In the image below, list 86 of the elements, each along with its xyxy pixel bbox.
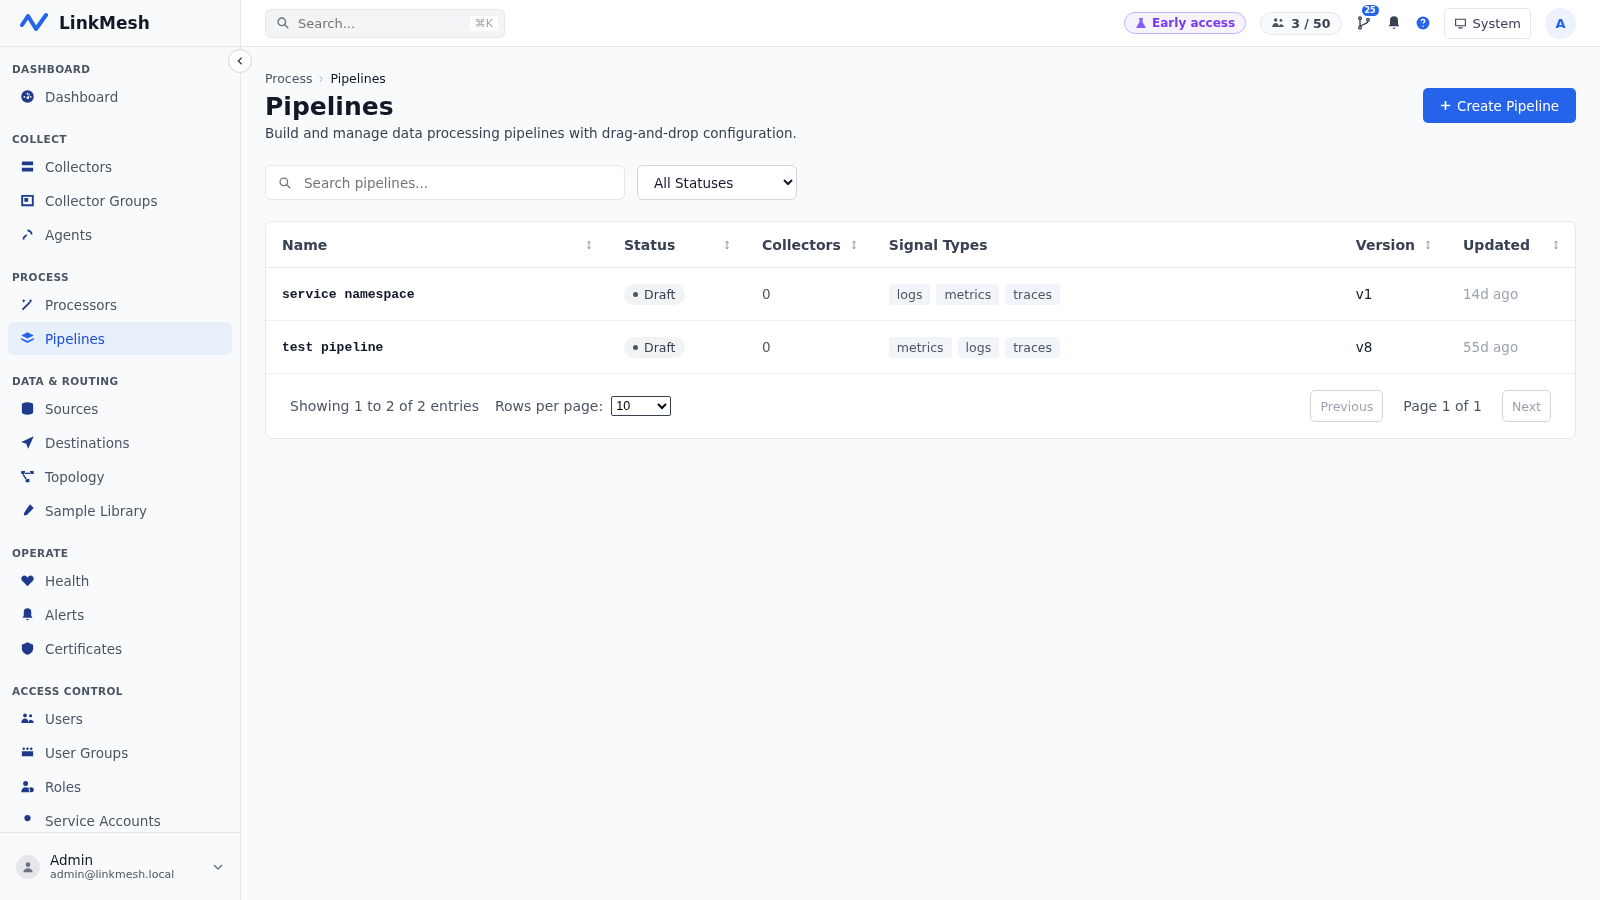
signal-type-tag: logs [957,336,1000,358]
user-email: admin@linkmesh.local [50,868,176,881]
sort-icon[interactable] [1425,239,1431,250]
user-name: Admin [50,852,95,868]
logo-icon [20,12,50,34]
chevron-right-icon [317,74,326,83]
monitor-icon [1453,16,1467,30]
column-header[interactable]: Version [1339,222,1447,268]
signal-type-tag: traces [1005,283,1060,305]
theme-button[interactable]: System [1443,7,1531,39]
flask-icon [1135,17,1148,29]
section-heading: COLLECT [11,132,68,147]
collectors-cell: 0 [746,267,873,321]
section-heading: OPERATE [11,546,70,561]
status-badge: Draft [624,283,685,305]
sidebar-item[interactable]: Users [8,702,232,735]
signal-type-tag: metrics [936,283,1000,305]
shortcut-hint: ⌘K [469,15,498,31]
pipeline-search-field[interactable]: Search pipelines... [265,165,625,200]
collectors-cell: 0 [746,320,873,374]
early-access-badge[interactable]: Early access [1124,12,1247,34]
section-heading: PROCESS [11,270,71,285]
signal-type-tag: metrics [888,336,952,358]
page-info: Page 1 of 1 [1403,398,1482,414]
seats-badge[interactable]: 3 / 50 [1260,11,1342,35]
sidebar-item[interactable]: Destinations [8,426,232,459]
rows-per-page-label: Rows per page: [494,398,604,414]
page-description: Build and manage data processing pipelines with drag-and-drop configuration. [265,125,797,141]
sidebar-item[interactable]: Sample Library [8,494,232,527]
sidebar-item[interactable]: Dashboard [8,80,232,113]
search-icon [278,175,292,190]
help-icon[interactable] [1415,16,1430,30]
column-header: Signal Types [872,222,1340,268]
sort-icon[interactable] [850,239,857,250]
column-header[interactable]: Updated [1447,222,1575,268]
version-cell: v1 [1339,267,1447,321]
sidebar-item[interactable]: Service Accounts [8,804,232,832]
updated-cell: 14d ago [1447,267,1575,321]
pipeline-name[interactable]: service namespace [266,267,608,321]
sidebar-item[interactable]: Roles [8,770,232,803]
avatar-button[interactable]: A [1545,7,1576,39]
column-header[interactable]: Status [608,222,746,268]
entries-summary: Showing 1 to 2 of 2 entries [290,398,479,414]
users-icon [1271,16,1286,30]
version-cell: v8 [1339,320,1447,374]
sort-icon[interactable] [724,239,730,250]
plus-icon [1440,100,1451,111]
sidebar-item[interactable]: Agents [8,218,232,251]
sidebar-item[interactable]: Processors [8,288,232,321]
pipeline-search-input[interactable]: Search pipelines... [302,173,612,192]
signal-type-tag: traces [1005,336,1060,358]
sort-icon[interactable] [586,239,592,250]
collapse-sidebar-button[interactable] [228,49,252,73]
git-branch-icon[interactable] [1355,14,1372,32]
sidebar-item[interactable]: Collector Groups [8,184,232,217]
sidebar-item[interactable]: User Groups [8,736,232,769]
search-input[interactable]: Search... [296,14,464,32]
column-header[interactable]: Name [266,222,608,268]
sidebar-item[interactable]: Certificates [8,632,232,665]
status-badge: Draft [624,336,685,358]
breadcrumb-link[interactable]: Process [265,71,313,86]
sidebar-item[interactable]: Topology [8,460,232,493]
user-menu[interactable]: Admin admin@linkmesh.local [0,832,240,900]
create-pipeline-button[interactable]: Create Pipeline [1423,88,1576,123]
sidebar-item[interactable]: Alerts [8,598,232,631]
sidebar-item[interactable]: Sources [8,392,232,425]
pipeline-name[interactable]: test pipeline [266,320,608,374]
section-heading: ACCESS CONTROL [11,684,124,699]
page-title: Pipelines [265,92,395,121]
sidebar-item[interactable]: Collectors [8,150,232,183]
breadcrumb-link[interactable]: Pipelines [330,71,386,86]
column-header[interactable]: Collectors [746,222,873,268]
user-avatar [16,854,40,879]
app-name: LinkMesh [59,13,150,33]
sidebar-item[interactable]: Pipelines [8,322,232,355]
rows-per-page-select[interactable]: 10 [611,396,672,416]
section-heading: DASHBOARD [11,62,92,77]
sort-icon[interactable] [1553,239,1559,250]
updated-cell: 55d ago [1447,320,1575,374]
signal-type-tag: logs [888,283,931,305]
notification-count: 25 [1361,5,1379,16]
search-icon [276,16,290,30]
sidebar-item[interactable]: Health [8,564,232,597]
status-filter[interactable]: All Statuses [637,165,797,200]
chevron-left-icon [235,56,245,66]
section-heading: DATA & ROUTING [11,374,120,389]
